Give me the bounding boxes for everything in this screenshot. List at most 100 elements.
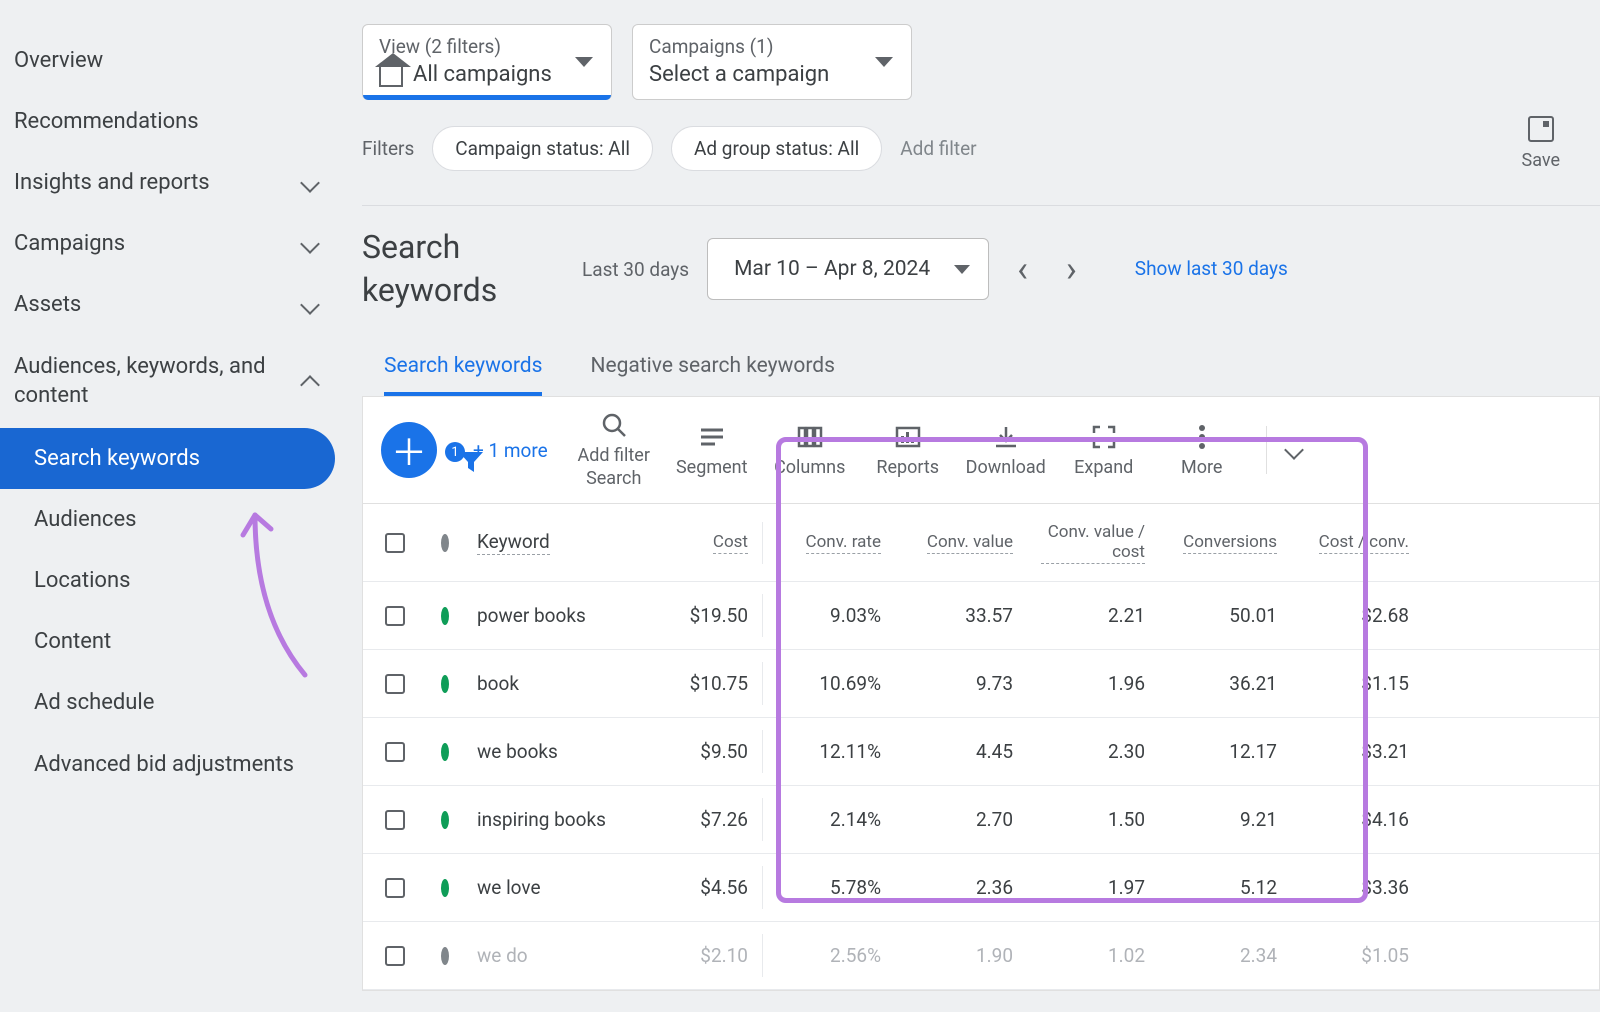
toolbar-segment[interactable]: Segment — [668, 423, 756, 478]
toolbar-separator — [1266, 426, 1267, 474]
sidebar-item-label: Recommendations — [14, 109, 199, 134]
tab-negative-keywords[interactable]: Negative search keywords — [590, 354, 835, 396]
col-conv-value[interactable]: Conv. value — [927, 532, 1013, 554]
table-row[interactable]: power books$19.509.03%33.572.2150.01$2.6… — [363, 582, 1599, 650]
save-icon — [1528, 116, 1554, 142]
sidebar-sub-audiences[interactable]: Audiences — [0, 489, 345, 550]
prev-period-button[interactable]: ‹ — [1007, 248, 1038, 290]
download-icon — [993, 423, 1019, 451]
sidebar-sub-content[interactable]: Content — [0, 611, 345, 672]
toolbar-add-filter[interactable]: Add filter Search — [570, 411, 658, 489]
cell-conv-value: 2.70 — [895, 798, 1027, 841]
toolbar-more[interactable]: More — [1158, 423, 1246, 478]
cell-conv-value-cost: 1.02 — [1027, 934, 1159, 977]
view-selector[interactable]: View (2 filters) All campaigns — [362, 24, 612, 100]
col-cost[interactable]: Cost — [713, 532, 748, 554]
cell-conv-rate: 5.78% — [763, 866, 895, 909]
col-conv-rate[interactable]: Conv. rate — [806, 532, 881, 554]
sidebar-item-insights[interactable]: Insights and reports — [0, 152, 345, 213]
table-row[interactable]: book$10.7510.69%9.731.9636.21$1.15 — [363, 650, 1599, 718]
segment-icon — [699, 423, 725, 451]
col-keyword[interactable]: Keyword — [477, 530, 550, 555]
sidebar-sub-search-keywords[interactable]: Search keywords — [0, 428, 335, 489]
tabs: Search keywords Negative search keywords — [362, 354, 1600, 396]
cell-conversions: 36.21 — [1159, 662, 1291, 705]
columns-icon — [797, 423, 823, 451]
campaign-selector[interactable]: Campaigns (1) Select a campaign — [632, 24, 912, 100]
cell-cost: $2.10 — [643, 934, 763, 977]
sidebar-item-overview[interactable]: Overview — [0, 30, 345, 91]
next-period-button[interactable]: › — [1056, 248, 1087, 290]
cell-keyword: inspiring books — [463, 798, 643, 841]
add-keyword-button[interactable]: ＋ — [381, 422, 437, 478]
cell-keyword: power books — [463, 594, 643, 637]
cell-cost: $10.75 — [643, 662, 763, 705]
toolbar-download[interactable]: Download — [962, 423, 1050, 478]
cell-conversions: 12.17 — [1159, 730, 1291, 773]
cell-keyword: we books — [463, 730, 643, 773]
toolbar-expand[interactable]: Expand — [1060, 423, 1148, 478]
sidebar-sub-label: Locations — [34, 568, 130, 593]
status-dot — [441, 811, 449, 829]
status-dot — [441, 879, 449, 897]
cell-cost: $4.56 — [643, 866, 763, 909]
toolbar-label: Expand — [1074, 457, 1133, 478]
toolbar-label: Download — [966, 457, 1046, 478]
toolbar-label: Add filter — [578, 445, 650, 466]
date-range-picker[interactable]: Mar 10 – Apr 8, 2024 — [707, 238, 989, 300]
table-toolbar: ＋ 1 + 1 more Add filter Search Segment — [362, 396, 1600, 504]
table-header-row: Keyword Cost Conv. rate Conv. value Conv… — [363, 504, 1599, 582]
row-checkbox[interactable] — [385, 674, 405, 694]
status-dot — [441, 743, 449, 761]
cell-conv-rate: 10.69% — [763, 662, 895, 705]
cell-cost-conv: $1.05 — [1291, 934, 1423, 977]
status-column-icon — [441, 534, 449, 552]
filter-chip-campaign-status[interactable]: Campaign status: All — [432, 126, 653, 171]
sidebar-item-label: Overview — [14, 48, 103, 73]
toolbar-label: Columns — [774, 457, 845, 478]
sidebar-item-campaigns[interactable]: Campaigns — [0, 213, 345, 274]
sidebar-item-audiences-keywords-content[interactable]: Audiences, keywords, and content — [0, 335, 345, 428]
more-icon — [1198, 423, 1206, 451]
add-filter-link[interactable]: Add filter — [900, 137, 976, 160]
sidebar-item-recommendations[interactable]: Recommendations — [0, 91, 345, 152]
status-dot — [441, 947, 449, 965]
campaign-selector-header: Campaigns (1) — [649, 35, 895, 58]
show-last-30-link[interactable]: Show last 30 days — [1135, 256, 1288, 283]
row-checkbox[interactable] — [385, 606, 405, 626]
filter-chip-adgroup-status[interactable]: Ad group status: All — [671, 126, 882, 171]
cell-conv-value-cost: 1.96 — [1027, 662, 1159, 705]
row-checkbox[interactable] — [385, 946, 405, 966]
sidebar-sub-label: Content — [34, 629, 111, 654]
row-checkbox[interactable] — [385, 742, 405, 762]
sidebar-item-assets[interactable]: Assets — [0, 274, 345, 335]
toolbar-reports[interactable]: Reports — [864, 423, 952, 478]
col-conversions[interactable]: Conversions — [1183, 532, 1277, 554]
cell-conv-value: 2.36 — [895, 866, 1027, 909]
toolbar-columns[interactable]: Columns — [766, 423, 854, 478]
table-row[interactable]: we love$4.565.78%2.361.975.12$3.36 — [363, 854, 1599, 922]
table-row[interactable]: we books$9.5012.11%4.452.3012.17$3.21 — [363, 718, 1599, 786]
col-conv-value-cost[interactable]: Conv. value / cost — [1041, 522, 1145, 564]
cell-conversions: 2.34 — [1159, 934, 1291, 977]
caret-down-icon — [954, 265, 970, 274]
collapse-toolbar-button[interactable] — [1284, 440, 1304, 460]
row-checkbox[interactable] — [385, 810, 405, 830]
table-row[interactable]: inspiring books$7.262.14%2.701.509.21$4.… — [363, 786, 1599, 854]
save-label: Save — [1522, 150, 1561, 171]
table-row[interactable]: we do$2.102.56%1.901.022.34$1.05 — [363, 922, 1599, 990]
sidebar-sub-locations[interactable]: Locations — [0, 550, 345, 611]
expand-icon — [1092, 423, 1116, 451]
toolbar-label: Segment — [676, 457, 748, 478]
col-cost-conv[interactable]: Cost / conv. — [1319, 532, 1409, 554]
cell-conv-rate: 9.03% — [763, 594, 895, 637]
tab-search-keywords[interactable]: Search keywords — [384, 354, 542, 396]
select-all-checkbox[interactable] — [385, 533, 405, 553]
row-checkbox[interactable] — [385, 878, 405, 898]
cell-conv-rate: 2.14% — [763, 798, 895, 841]
sidebar-sub-advanced-bid[interactable]: Advanced bid adjustments — [0, 733, 345, 798]
cell-conv-value: 33.57 — [895, 594, 1027, 637]
sidebar-sub-ad-schedule[interactable]: Ad schedule — [0, 672, 345, 733]
caret-down-icon — [575, 57, 593, 67]
save-button[interactable]: Save — [1522, 116, 1561, 171]
